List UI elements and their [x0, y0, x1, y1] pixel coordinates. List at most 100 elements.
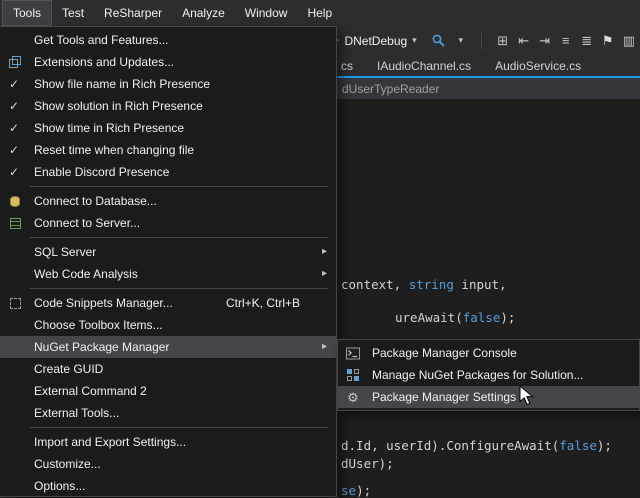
- export-template-icon[interactable]: ⊞: [497, 34, 509, 47]
- menu-item-create-guid[interactable]: Create GUID: [0, 358, 336, 380]
- menu-item-label: Manage NuGet Packages for Solution...: [372, 368, 583, 382]
- menu-item-sql-server[interactable]: SQL Server▸: [0, 241, 336, 263]
- menubar-item-test[interactable]: Test: [52, 0, 94, 26]
- code-segment: );: [500, 310, 515, 325]
- manage-packages-icon: [345, 367, 361, 383]
- tab-audioservice-cs[interactable]: AudioService.cs: [483, 56, 593, 76]
- snippets-icon: [7, 295, 23, 311]
- menu-item-customize[interactable]: Customize...: [0, 453, 336, 475]
- menu-item-code-snippets-manager[interactable]: Code Snippets Manager... Ctrl+K, Ctrl+B: [0, 292, 336, 314]
- menu-item-options[interactable]: Options...: [0, 475, 336, 497]
- sort-lines-desc-icon[interactable]: ≣: [581, 34, 593, 47]
- code-segment: );: [356, 483, 371, 498]
- menu-item-reset-time-when-changing-file[interactable]: ✓ Reset time when changing file: [0, 139, 336, 161]
- menu-item-shortcut: Ctrl+K, Ctrl+B: [226, 296, 300, 310]
- menu-item-extensions-and-updates[interactable]: Extensions and Updates...: [0, 51, 336, 73]
- tab-iaudiochannel-cs[interactable]: IAudioChannel.cs: [365, 56, 483, 76]
- menu-item-label: Reset time when changing file: [34, 143, 194, 157]
- dropdown-chevron-icon[interactable]: ▾: [455, 36, 467, 45]
- menu-item-external-tools[interactable]: External Tools...: [0, 402, 336, 424]
- toolbar-separator: [476, 33, 488, 49]
- menu-item-label: Package Manager Console: [372, 346, 517, 360]
- code-segment: input,: [454, 277, 507, 292]
- menu-item-show-file-name-in-rich-presence[interactable]: ✓Show file name in Rich Presence: [0, 73, 336, 95]
- menu-item-label: Enable Discord Presence: [34, 165, 169, 179]
- menu-item-label: Extensions and Updates...: [34, 55, 174, 69]
- submenu-arrow-icon: ▸: [322, 269, 327, 279]
- code-line: context, string input,: [341, 277, 507, 292]
- menu-item-show-solution-in-rich-presence[interactable]: ✓Show solution in Rich Presence: [0, 95, 336, 117]
- run-config-label: DNetDebug: [344, 34, 407, 48]
- submenu-item-manage-nuget-packages-for-solution[interactable]: Manage NuGet Packages for Solution...: [338, 364, 639, 386]
- menu-item-connect-to-database[interactable]: Connect to Database...: [0, 190, 336, 212]
- bookmark-icon[interactable]: ⚑: [602, 34, 614, 47]
- menu-separator: [30, 237, 328, 238]
- nuget-submenu: Package Manager Console Manage NuGet Pack…: [337, 339, 640, 411]
- menubar-item-analyze[interactable]: Analyze: [172, 0, 235, 26]
- menu-item-label: Choose Toolbox Items...: [34, 318, 163, 332]
- shift-right-icon[interactable]: ⇥: [539, 34, 551, 47]
- menu-separator: [30, 186, 328, 187]
- menu-item-show-time-in-rich-presence[interactable]: ✓ Show time in Rich Presence: [0, 117, 336, 139]
- menu-item-web-code-analysis[interactable]: Web Code Analysis ▸: [0, 263, 336, 285]
- vs-window: ToolsTestReSharperAnalyzeWindowHelp ▶ DN…: [0, 0, 640, 497]
- submenu-arrow-icon: ▸: [322, 342, 327, 352]
- menu-item-label: Show solution in Rich Presence: [34, 99, 203, 113]
- menu-item-label: Import and Export Settings...: [34, 435, 186, 449]
- submenu-item-package-manager-console[interactable]: Package Manager Console: [338, 342, 639, 364]
- gear-icon: ⚙: [345, 389, 361, 405]
- menu-separator: [30, 427, 328, 428]
- shift-left-icon[interactable]: ⇤: [518, 34, 530, 47]
- menu-item-external-command-2[interactable]: External Command 2: [0, 380, 336, 402]
- code-line: se);: [341, 483, 371, 498]
- menu-item-enable-discord-presence[interactable]: ✓ Enable Discord Presence: [0, 161, 336, 183]
- menu-item-label: NuGet Package Manager: [34, 340, 169, 354]
- code-line: d.Id, userId).ConfigureAwait(false);: [341, 438, 612, 453]
- sort-lines-icon[interactable]: ≡: [560, 34, 572, 47]
- code-segment: se: [341, 483, 356, 498]
- check-icon: ✓: [9, 144, 19, 156]
- toolbar-icons: ▾ ⊞ ⇤ ⇥ ≡ ≣ ⚑ ▥: [431, 33, 635, 49]
- columns-icon[interactable]: ▥: [623, 34, 635, 47]
- menu-item-label: Web Code Analysis: [34, 267, 138, 281]
- server-icon: [7, 215, 23, 231]
- extensions-icon: [7, 54, 23, 70]
- submenu-item-package-manager-settings[interactable]: ⚙Package Manager Settings: [338, 386, 639, 408]
- code-segment: string: [409, 277, 454, 292]
- database-icon: [7, 193, 23, 209]
- menubar-item-tools[interactable]: Tools: [2, 0, 52, 26]
- code-segment: false: [559, 438, 597, 453]
- code-segment: false: [463, 310, 501, 325]
- find-icon[interactable]: [431, 33, 446, 48]
- menu-item-import-and-export-settings[interactable]: Import and Export Settings...: [0, 431, 336, 453]
- debug-run-button[interactable]: ▶ DNetDebug ▾: [331, 34, 417, 48]
- menu-item-label: Code Snippets Manager...: [34, 296, 173, 310]
- code-segment: context,: [341, 277, 409, 292]
- code-line: dUser);: [341, 456, 394, 471]
- menu-item-label: Connect to Database...: [34, 194, 157, 208]
- check-icon: ✓: [9, 166, 19, 178]
- menu-item-label: Show file name in Rich Presence: [34, 77, 210, 91]
- menu-item-label: Connect to Server...: [34, 216, 140, 230]
- menubar-item-window[interactable]: Window: [235, 0, 298, 26]
- code-segment: dUser);: [341, 456, 394, 471]
- tools-menu: Get Tools and Features... Extensions and …: [0, 26, 337, 497]
- check-icon: ✓: [9, 122, 19, 134]
- menu-item-label: Show time in Rich Presence: [34, 121, 184, 135]
- breadcrumb-text: dUserTypeReader: [342, 82, 439, 96]
- chevron-down-icon[interactable]: ▾: [412, 36, 417, 45]
- menu-item-label: External Tools...: [34, 406, 119, 420]
- menubar: ToolsTestReSharperAnalyzeWindowHelp: [0, 0, 640, 26]
- console-icon: [345, 345, 361, 361]
- menu-item-label: SQL Server: [34, 245, 96, 259]
- menu-item-connect-to-server[interactable]: Connect to Server...: [0, 212, 336, 234]
- menubar-item-resharper[interactable]: ReSharper: [94, 0, 172, 26]
- menu-item-choose-toolbox-items[interactable]: Choose Toolbox Items...: [0, 314, 336, 336]
- menu-item-nuget-package-manager[interactable]: NuGet Package Manager ▸: [0, 336, 336, 358]
- code-segment: ureAwait(: [395, 310, 463, 325]
- menu-item-label: External Command 2: [34, 384, 147, 398]
- menu-separator: [30, 288, 328, 289]
- menu-item-get-tools-and-features[interactable]: Get Tools and Features...: [0, 29, 336, 51]
- menubar-item-help[interactable]: Help: [297, 0, 342, 26]
- menu-item-label: Get Tools and Features...: [34, 33, 169, 47]
